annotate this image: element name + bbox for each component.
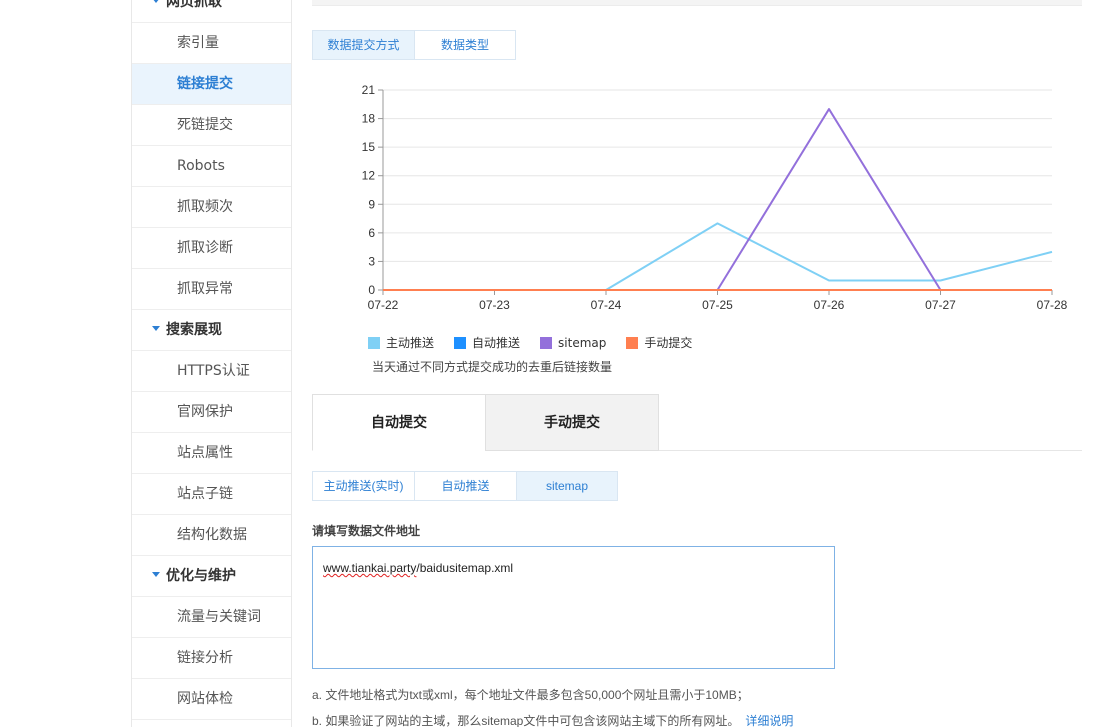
legend-swatch	[540, 336, 553, 349]
sitemap-url-textarea[interactable]: www.tiankai.party/baidusitemap.xml	[312, 546, 835, 669]
legend-item-active-push[interactable]: 主动推送	[368, 334, 434, 351]
submission-line-chart: 0 3 6 9 12 15 18 21 07-22 07-23 07-24 07-25 07-26 07-…	[362, 83, 1068, 312]
sidebar-item-crawl-errors[interactable]: 抓取异常	[132, 269, 291, 310]
caret-down-icon	[152, 0, 160, 3]
y-tick-label: 6	[368, 226, 375, 240]
y-tick-label: 21	[362, 83, 376, 97]
sitemap-url-label: 请填写数据文件地址	[312, 524, 421, 538]
y-tick-label: 18	[362, 112, 376, 126]
sidebar-group-label: 优化与维护	[166, 568, 236, 584]
sidebar-item-index-volume[interactable]: 索引量	[132, 23, 291, 64]
x-tick-label: 07-24	[591, 298, 622, 312]
sidebar-item-crawl-diagnosis[interactable]: 抓取诊断	[132, 228, 291, 269]
sidebar-group-crawl[interactable]: 网页抓取	[132, 0, 291, 23]
legend-item-auto-push[interactable]: 自动推送	[454, 334, 520, 351]
x-tick-label: 07-25	[702, 298, 733, 312]
note-a: a. 文件地址格式为txt或xml，每个地址文件最多包含50,000个网址且需小…	[312, 688, 749, 702]
sidebar-group-search-display[interactable]: 搜索展现	[132, 310, 291, 351]
tab-manual-submit[interactable]: 手动提交	[485, 394, 659, 451]
sidebar-group-label: 网页抓取	[166, 0, 222, 10]
legend-label: 手动提交	[644, 336, 693, 350]
chart-caption: 当天通过不同方式提交成功的去重后链接数量	[372, 360, 613, 374]
sidebar-item-structured-data[interactable]: 结构化数据	[132, 515, 291, 556]
submit-type-toggle: 主动推送(实时) 自动推送 sitemap	[312, 471, 618, 501]
tab-auto-push[interactable]: 自动推送	[414, 471, 517, 501]
y-tick-label: 9	[368, 197, 375, 211]
y-tick-label: 12	[362, 169, 376, 183]
help-notes: a. 文件地址格式为txt或xml，每个地址文件最多包含50,000个网址且需小…	[312, 682, 793, 727]
y-tick-label: 3	[368, 254, 375, 268]
url-text-path: /baidusitemap.xml	[416, 561, 514, 575]
tab-sitemap[interactable]: sitemap	[516, 471, 618, 501]
caret-down-icon	[152, 571, 160, 577]
sidebar-item-link-submit[interactable]: 链接提交	[132, 64, 291, 105]
chart-legend: 主动推送 自动推送 sitemap 手动提交	[368, 334, 712, 351]
series-line-2	[383, 108, 1052, 291]
legend-item-manual[interactable]: 手动提交	[626, 334, 692, 351]
top-panel-edge	[312, 0, 1082, 6]
tab-data-type[interactable]: 数据类型	[414, 30, 516, 60]
note-b-text: b. 如果验证了网站的主域，那么sitemap文件中可包含该网站主域下的所有网址…	[312, 714, 740, 727]
legend-item-sitemap[interactable]: sitemap	[540, 334, 606, 351]
sidebar-item-site-attributes[interactable]: 站点属性	[132, 433, 291, 474]
sidebar-item-dead-link[interactable]: 死链提交	[132, 105, 291, 146]
x-tick-label: 07-23	[479, 298, 510, 312]
sidebar-nav: 网页抓取 索引量 链接提交 死链提交 Robots 抓取频次 抓取诊断 抓取异常…	[131, 0, 292, 727]
note-b: b. 如果验证了网站的主域，那么sitemap文件中可包含该网站主域下的所有网址…	[312, 708, 793, 727]
url-text-domain: www.tiankai.party	[323, 561, 417, 575]
sidebar-item-traffic-keywords[interactable]: 流量与关键词	[132, 597, 291, 638]
tab-active-push-realtime[interactable]: 主动推送(实时)	[312, 471, 415, 501]
legend-swatch	[626, 336, 639, 349]
legend-label: 主动推送	[386, 336, 435, 350]
legend-label: sitemap	[558, 335, 607, 350]
sidebar-group-optimize[interactable]: 优化与维护	[132, 556, 291, 597]
sidebar-item-crawl-frequency[interactable]: 抓取频次	[132, 187, 291, 228]
x-tick-label: 07-27	[925, 298, 956, 312]
legend-label: 自动推送	[472, 336, 521, 350]
sidebar-item-link-analysis[interactable]: 链接分析	[132, 638, 291, 679]
tab-submit-method[interactable]: 数据提交方式	[312, 30, 415, 60]
sidebar-item-https[interactable]: HTTPS认证	[132, 351, 291, 392]
legend-swatch	[454, 336, 467, 349]
sidebar-item-official-protect[interactable]: 官网保护	[132, 392, 291, 433]
legend-swatch	[368, 336, 380, 349]
details-link[interactable]: 详细说明	[745, 714, 793, 727]
tab-auto-submit[interactable]: 自动提交	[312, 394, 486, 451]
chart-mode-toggle: 数据提交方式 数据类型	[312, 30, 516, 60]
y-tick-label: 15	[362, 140, 376, 154]
sidebar-item-robots[interactable]: Robots	[132, 146, 291, 187]
sidebar-item-sitelinks[interactable]: 站点子链	[132, 474, 291, 515]
y-tick-label: 0	[368, 283, 375, 297]
sidebar-item-site-check[interactable]: 网站体检	[132, 679, 291, 720]
caret-down-icon	[152, 325, 160, 331]
x-tick-label: 07-22	[368, 298, 399, 312]
x-tick-label: 07-28	[1037, 298, 1068, 312]
sidebar-group-label: 搜索展现	[166, 322, 222, 338]
x-tick-label: 07-26	[814, 298, 845, 312]
